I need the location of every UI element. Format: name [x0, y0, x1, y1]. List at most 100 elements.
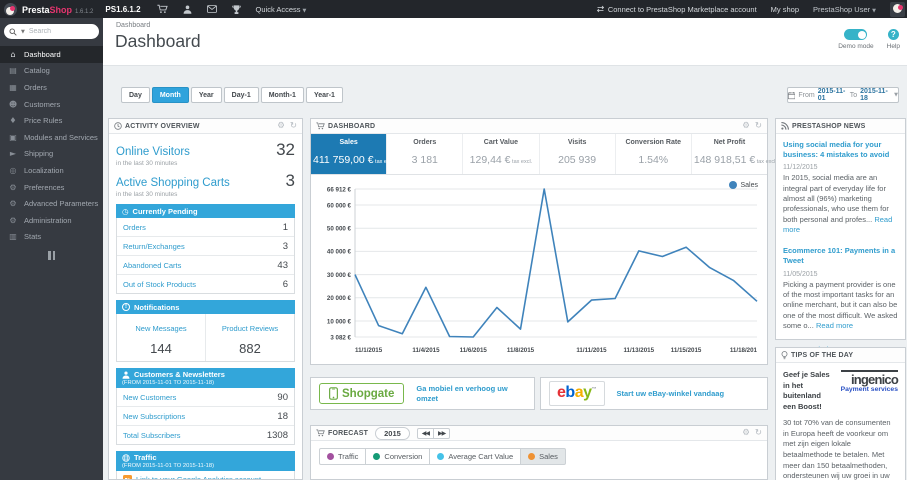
sidebar-item-preferences[interactable]: ⚙ Preferences: [0, 179, 103, 196]
refresh-icon[interactable]: ↻: [290, 122, 297, 131]
ebay-banner[interactable]: ebay™ Start uw eBay-winkel vandaag: [540, 377, 768, 410]
new-messages-link[interactable]: New Messages: [135, 324, 186, 333]
orders-link[interactable]: Orders: [123, 223, 146, 232]
article-title-link[interactable]: Using social media for your business: 4 …: [783, 140, 898, 160]
bulb-icon: [781, 351, 788, 360]
chart-legend[interactable]: Sales: [729, 181, 758, 189]
product-reviews-link[interactable]: Product Reviews: [222, 324, 278, 333]
activity-overview-panel: ACTIVITY OVERVIEW ⚙ ↻ Online Visitors 32 i…: [108, 118, 303, 480]
new-customers-value: 90: [277, 391, 288, 403]
read-more-link[interactable]: Read more: [816, 321, 853, 330]
forecast-panel: FORECAST 2015 ◀◀ ▶▶ ⚙ ↻ Traffic Conversion…: [310, 425, 768, 480]
stat-orders[interactable]: Orders 3 181: [387, 134, 464, 174]
stat-conversion-rate[interactable]: Conversion Rate 1.54%: [616, 134, 692, 174]
sales-dot-icon: [528, 453, 536, 460]
forecast-prev-button[interactable]: ◀◀: [416, 427, 435, 439]
out-of-stock-products-link[interactable]: Out of Stock Products: [123, 280, 196, 289]
gear-icon[interactable]: ⚙: [742, 429, 750, 438]
sidebar-search[interactable]: ▼: [4, 24, 99, 39]
sidebar-item-orders[interactable]: ▦ Orders: [0, 79, 103, 96]
sidebar-collapse-button[interactable]: [0, 251, 103, 260]
abandoned-carts-value: 43: [277, 259, 288, 271]
stat-sales[interactable]: Sales 411 759,00 € tax excl.: [311, 134, 395, 174]
phone-icon: [329, 387, 338, 400]
mail-icon[interactable]: [207, 5, 217, 13]
range-button-year-1[interactable]: Year-1: [305, 87, 343, 103]
help-icon[interactable]: ?: [887, 29, 899, 40]
range-button-day-1[interactable]: Day-1: [223, 87, 259, 103]
breadcrumb[interactable]: Dashboard: [116, 22, 150, 29]
sidebar-item-localization[interactable]: ◎ Localization: [0, 162, 103, 179]
calendar-icon: [788, 91, 795, 100]
globe-icon: [122, 454, 130, 462]
stat-net-profit[interactable]: Net Profit 148 918,51 € tax excl.: [692, 134, 777, 174]
range-button-month[interactable]: Month: [151, 87, 189, 103]
range-button-month-1[interactable]: Month-1: [260, 87, 304, 103]
legend-dot-icon: [729, 181, 738, 189]
range-button-day[interactable]: Day: [121, 87, 150, 103]
svg-text:11/6/2015: 11/6/2015: [460, 347, 488, 354]
total-subscribers-link[interactable]: Total Subscribers: [123, 431, 181, 440]
localization-icon: ◎: [9, 165, 17, 175]
sidebar-item-advanced-parameters[interactable]: ⚙ Advanced Parameters: [0, 195, 103, 212]
forecast-metric-sales[interactable]: Sales: [520, 448, 566, 465]
new-subscriptions-link[interactable]: New Subscriptions: [123, 412, 185, 421]
my-shop-link[interactable]: My shop: [771, 5, 799, 14]
trophy-icon[interactable]: [232, 5, 241, 14]
abandoned-carts-link[interactable]: Abandoned Carts: [123, 261, 181, 270]
pending-row-abandoned-carts: Abandoned Carts 43: [117, 256, 294, 275]
sidebar-item-catalog[interactable]: ▤ Catalog: [0, 63, 103, 80]
new-customers-link[interactable]: New Customers: [123, 393, 176, 402]
online-visitors-link[interactable]: Online Visitors: [116, 146, 190, 158]
sidebar-item-dashboard[interactable]: ⌂ Dashboard: [0, 46, 103, 63]
shopgate-link[interactable]: Ga mobiel en verhoog uw omzet: [416, 384, 526, 404]
article-title-link[interactable]: Ecommerce 101: Payments in a Tweet: [783, 246, 898, 266]
marketplace-link[interactable]: Connect to PrestaShop Marketplace accoun…: [596, 5, 757, 14]
search-icon[interactable]: [9, 28, 17, 36]
sidebar-item-stats[interactable]: ▥ Stats: [0, 229, 103, 246]
svg-text:50 000 €: 50 000 €: [327, 226, 352, 233]
forecast-metric-conversion[interactable]: Conversion: [365, 448, 431, 465]
google-analytics-link[interactable]: Link to your Google Analytics account: [136, 475, 261, 479]
gear-icon[interactable]: ⚙: [742, 122, 750, 131]
topbar-right: Connect to PrestaShop Marketplace accoun…: [596, 1, 907, 17]
ebay-link[interactable]: Start uw eBay-winkel vandaag: [617, 389, 725, 399]
shop-name[interactable]: PS1.6.1.2: [105, 5, 140, 14]
customers-newsletters-header: Customers & Newsletters (FROM 2015-11-01…: [116, 368, 295, 388]
forecast-metric-traffic[interactable]: Traffic: [319, 448, 367, 465]
refresh-icon[interactable]: ↻: [755, 122, 762, 131]
gear-icon[interactable]: ⚙: [277, 122, 285, 131]
search-scope-caret-icon[interactable]: ▼: [21, 29, 25, 35]
search-input[interactable]: [28, 28, 84, 35]
refresh-icon[interactable]: ↻: [755, 429, 762, 438]
shopgate-banner[interactable]: Shopgate Ga mobiel en verhoog uw omzet: [310, 377, 535, 410]
brand[interactable]: PrestaShop 1.6.1.2: [22, 0, 93, 18]
svg-text:11/15/2015: 11/15/2015: [671, 347, 702, 354]
ebay-letter: a: [574, 383, 584, 401]
user-menu[interactable]: PrestaShop User ▼: [813, 5, 876, 14]
return-exchanges-value: 3: [282, 240, 288, 252]
stat-cart-value[interactable]: Cart Value 129,44 € tax excl.: [463, 134, 540, 174]
user-avatar[interactable]: [890, 1, 905, 17]
sidebar-item-shipping[interactable]: ► Shipping: [0, 146, 103, 163]
stat-visits[interactable]: Visits 205 939: [540, 134, 616, 174]
cart-icon[interactable]: [157, 4, 168, 14]
forecast-metric-average-cart-value[interactable]: Average Cart Value: [429, 448, 522, 465]
quick-access-menu[interactable]: Quick Access ▼: [256, 5, 307, 14]
sidebar-item-modules-and-services[interactable]: ▣ Modules and Services: [0, 129, 103, 146]
sidebar: ▼ ⌂Dashboard▤Catalog▦Orders☻Customers♦Pr…: [0, 18, 103, 480]
forecast-next-button[interactable]: ▶▶: [433, 427, 451, 439]
sidebar-item-price-rules[interactable]: ♦ Price Rules: [0, 112, 103, 129]
person-icon[interactable]: [183, 5, 192, 14]
demo-mode-toggle[interactable]: [844, 29, 868, 40]
date-range-picker[interactable]: From 2015-11-01 To 2015-11-18 ▼: [787, 87, 899, 103]
catalog-icon: ▤: [9, 66, 17, 76]
return-exchanges-link[interactable]: Return/Exchanges: [123, 242, 185, 251]
sidebar-item-customers[interactable]: ☻ Customers: [0, 96, 103, 113]
svg-text:60 000 €: 60 000 €: [327, 202, 352, 209]
sidebar-item-administration[interactable]: ⚙ Administration: [0, 212, 103, 229]
active-carts-link[interactable]: Active Shopping Carts: [116, 177, 230, 189]
forecast-year[interactable]: 2015: [375, 426, 410, 440]
shopgate-logo: Shopgate: [319, 383, 405, 404]
range-button-year[interactable]: Year: [190, 87, 222, 103]
